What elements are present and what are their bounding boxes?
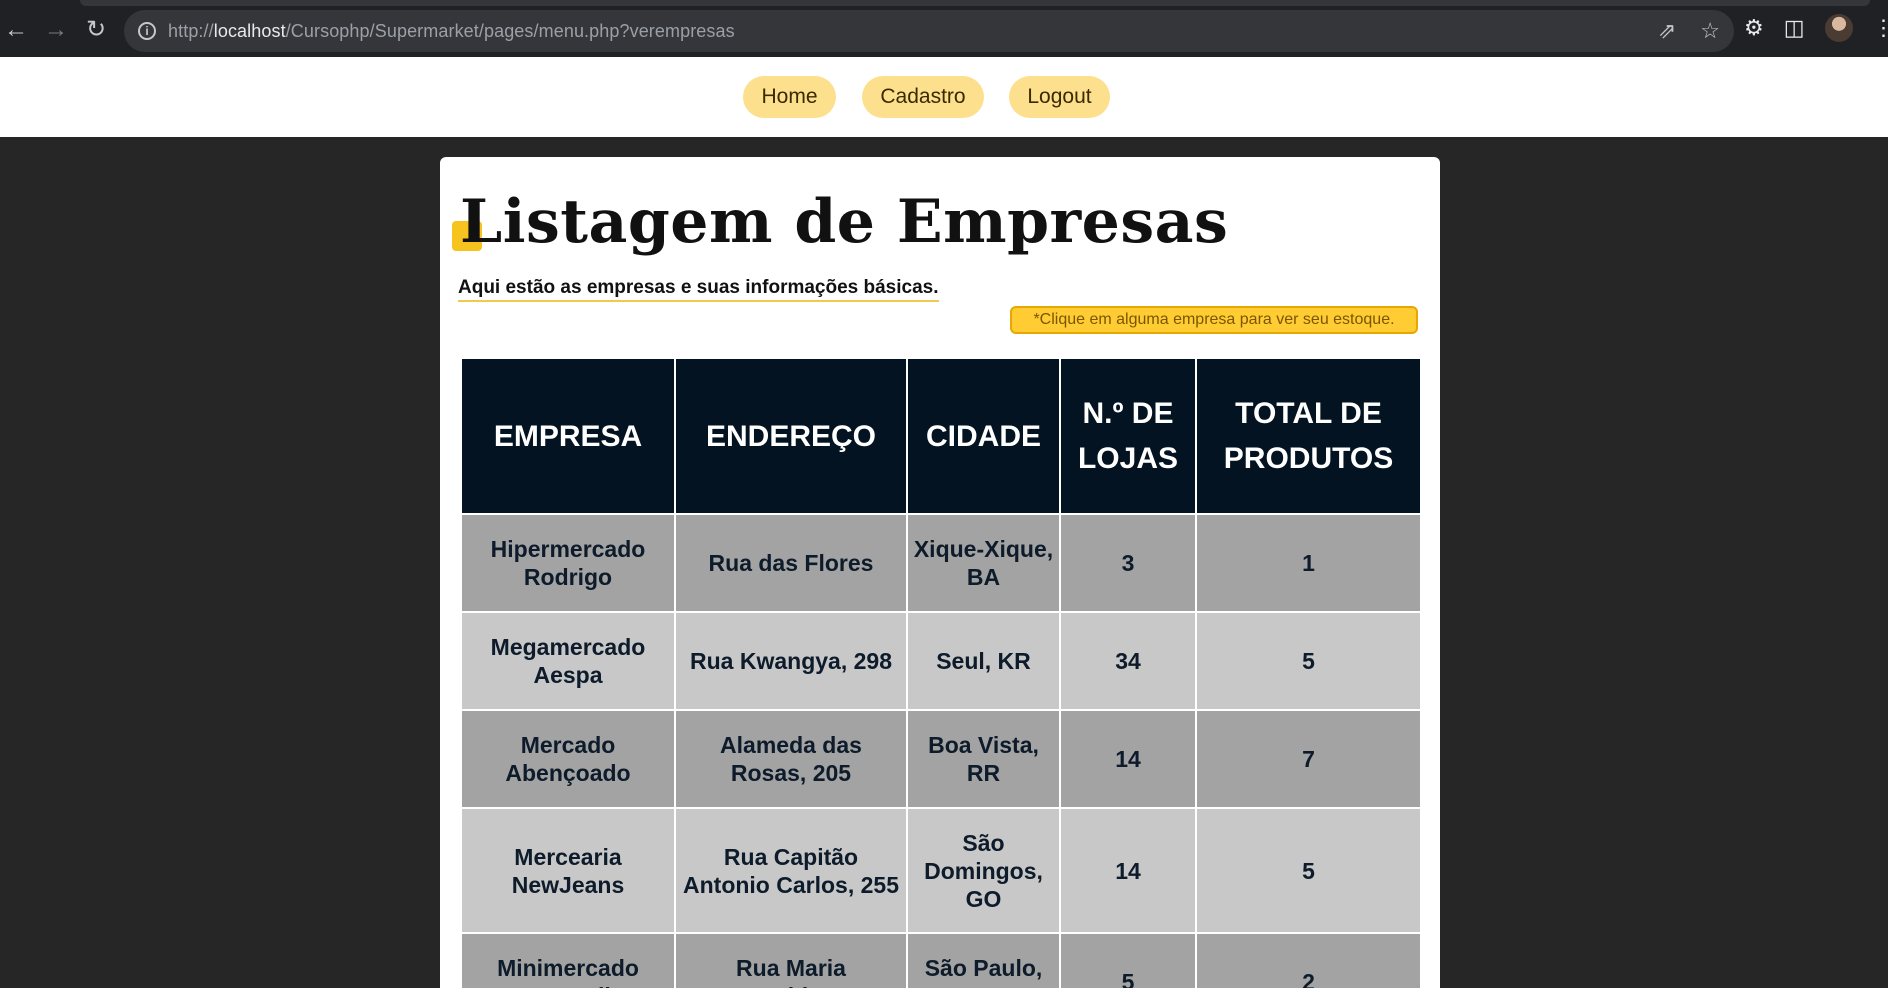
site-info-icon[interactable]: i: [138, 22, 156, 40]
table-header-row: EMPRESA ENDEREÇO CIDADE N.º DE LOJAS TOT…: [460, 357, 1422, 515]
table-row[interactable]: Hipermercado Rodrigo Rua das Flores Xiqu…: [460, 513, 1422, 613]
tab-strip: [80, 0, 1870, 6]
nav-home-button[interactable]: Home: [743, 76, 836, 118]
cell-lojas[interactable]: 14: [1059, 807, 1197, 934]
extensions-icon[interactable]: ⚙: [1744, 15, 1764, 41]
cell-cidade[interactable]: Boa Vista, RR: [906, 709, 1061, 809]
column-header-cidade: CIDADE: [906, 357, 1061, 515]
cell-cidade[interactable]: São Domingos, GO: [906, 807, 1061, 934]
nav-logout-button[interactable]: Logout: [1009, 76, 1110, 118]
cell-produtos[interactable]: 5: [1195, 611, 1422, 711]
cell-lojas[interactable]: 14: [1059, 709, 1197, 809]
cell-cidade[interactable]: São Paulo, SP: [906, 932, 1061, 988]
companies-table: EMPRESA ENDEREÇO CIDADE N.º DE LOJAS TOT…: [460, 357, 1422, 988]
cell-empresa[interactable]: Megamercado Aespa: [460, 611, 676, 711]
cell-cidade[interactable]: Seul, KR: [906, 611, 1061, 711]
column-header-empresa: EMPRESA: [460, 357, 676, 515]
cell-empresa[interactable]: Mercearia NewJeans: [460, 807, 676, 934]
bookmark-star-icon[interactable]: ☆: [1700, 18, 1720, 44]
page-title: Listagem de Empresas: [460, 187, 1229, 257]
table-row[interactable]: Megamercado Aespa Rua Kwangya, 298 Seul,…: [460, 611, 1422, 711]
cell-lojas[interactable]: 34: [1059, 611, 1197, 711]
column-header-produtos: TOTAL DE PRODUTOS: [1195, 357, 1422, 515]
cell-endereco[interactable]: Alameda das Rosas, 205: [674, 709, 908, 809]
cell-produtos[interactable]: 2: [1195, 932, 1422, 988]
menu-kebab-icon[interactable]: ⋮: [1873, 15, 1888, 41]
cell-lojas[interactable]: 5: [1059, 932, 1197, 988]
cell-empresa[interactable]: Minimercado Santos Silva: [460, 932, 676, 988]
table-row[interactable]: Minimercado Santos Silva Rua Maria Apare…: [460, 932, 1422, 988]
url-text[interactable]: http://localhost/Cursophp/Supermarket/pa…: [168, 21, 735, 42]
cell-produtos[interactable]: 1: [1195, 513, 1422, 613]
content-card: Listagem de Empresas Aqui estão as empre…: [440, 157, 1440, 988]
back-icon[interactable]: ←: [0, 14, 32, 46]
forward-icon[interactable]: →: [40, 14, 72, 46]
cell-cidade[interactable]: Xique-Xique, BA: [906, 513, 1061, 613]
address-bar[interactable]: i http://localhost/Cursophp/Supermarket/…: [124, 10, 1734, 52]
column-header-lojas: N.º DE LOJAS: [1059, 357, 1197, 515]
side-panel-icon[interactable]: ◫: [1784, 15, 1805, 41]
cell-empresa[interactable]: Mercado Abençoado: [460, 709, 676, 809]
cell-produtos[interactable]: 7: [1195, 709, 1422, 809]
cell-endereco[interactable]: Rua Kwangya, 298: [674, 611, 908, 711]
cell-endereco[interactable]: Rua Capitão Antonio Carlos, 255: [674, 807, 908, 934]
stock-hint-badge: *Clique em alguma empresa para ver seu e…: [1010, 306, 1418, 334]
browser-toolbar: ← → ↻ i http://localhost/Cursophp/Superm…: [0, 0, 1888, 57]
table-row[interactable]: Mercearia NewJeans Rua Capitão Antonio C…: [460, 807, 1422, 934]
cell-endereco[interactable]: Rua Maria Aparecida, 204: [674, 932, 908, 988]
reload-icon[interactable]: ↻: [80, 14, 112, 46]
table-row[interactable]: Mercado Abençoado Alameda das Rosas, 205…: [460, 709, 1422, 809]
profile-avatar[interactable]: [1824, 14, 1853, 42]
site-navbar: Home Cadastro Logout: [0, 57, 1888, 137]
cell-endereco[interactable]: Rua das Flores: [674, 513, 908, 613]
nav-cadastro-button[interactable]: Cadastro: [862, 76, 984, 118]
column-header-endereco: ENDEREÇO: [674, 357, 908, 515]
cell-empresa[interactable]: Hipermercado Rodrigo: [460, 513, 676, 613]
cell-produtos[interactable]: 5: [1195, 807, 1422, 934]
page-subtitle: Aqui estão as empresas e suas informaçõe…: [458, 277, 939, 302]
cell-lojas[interactable]: 3: [1059, 513, 1197, 613]
share-icon[interactable]: ⇗: [1658, 18, 1676, 44]
